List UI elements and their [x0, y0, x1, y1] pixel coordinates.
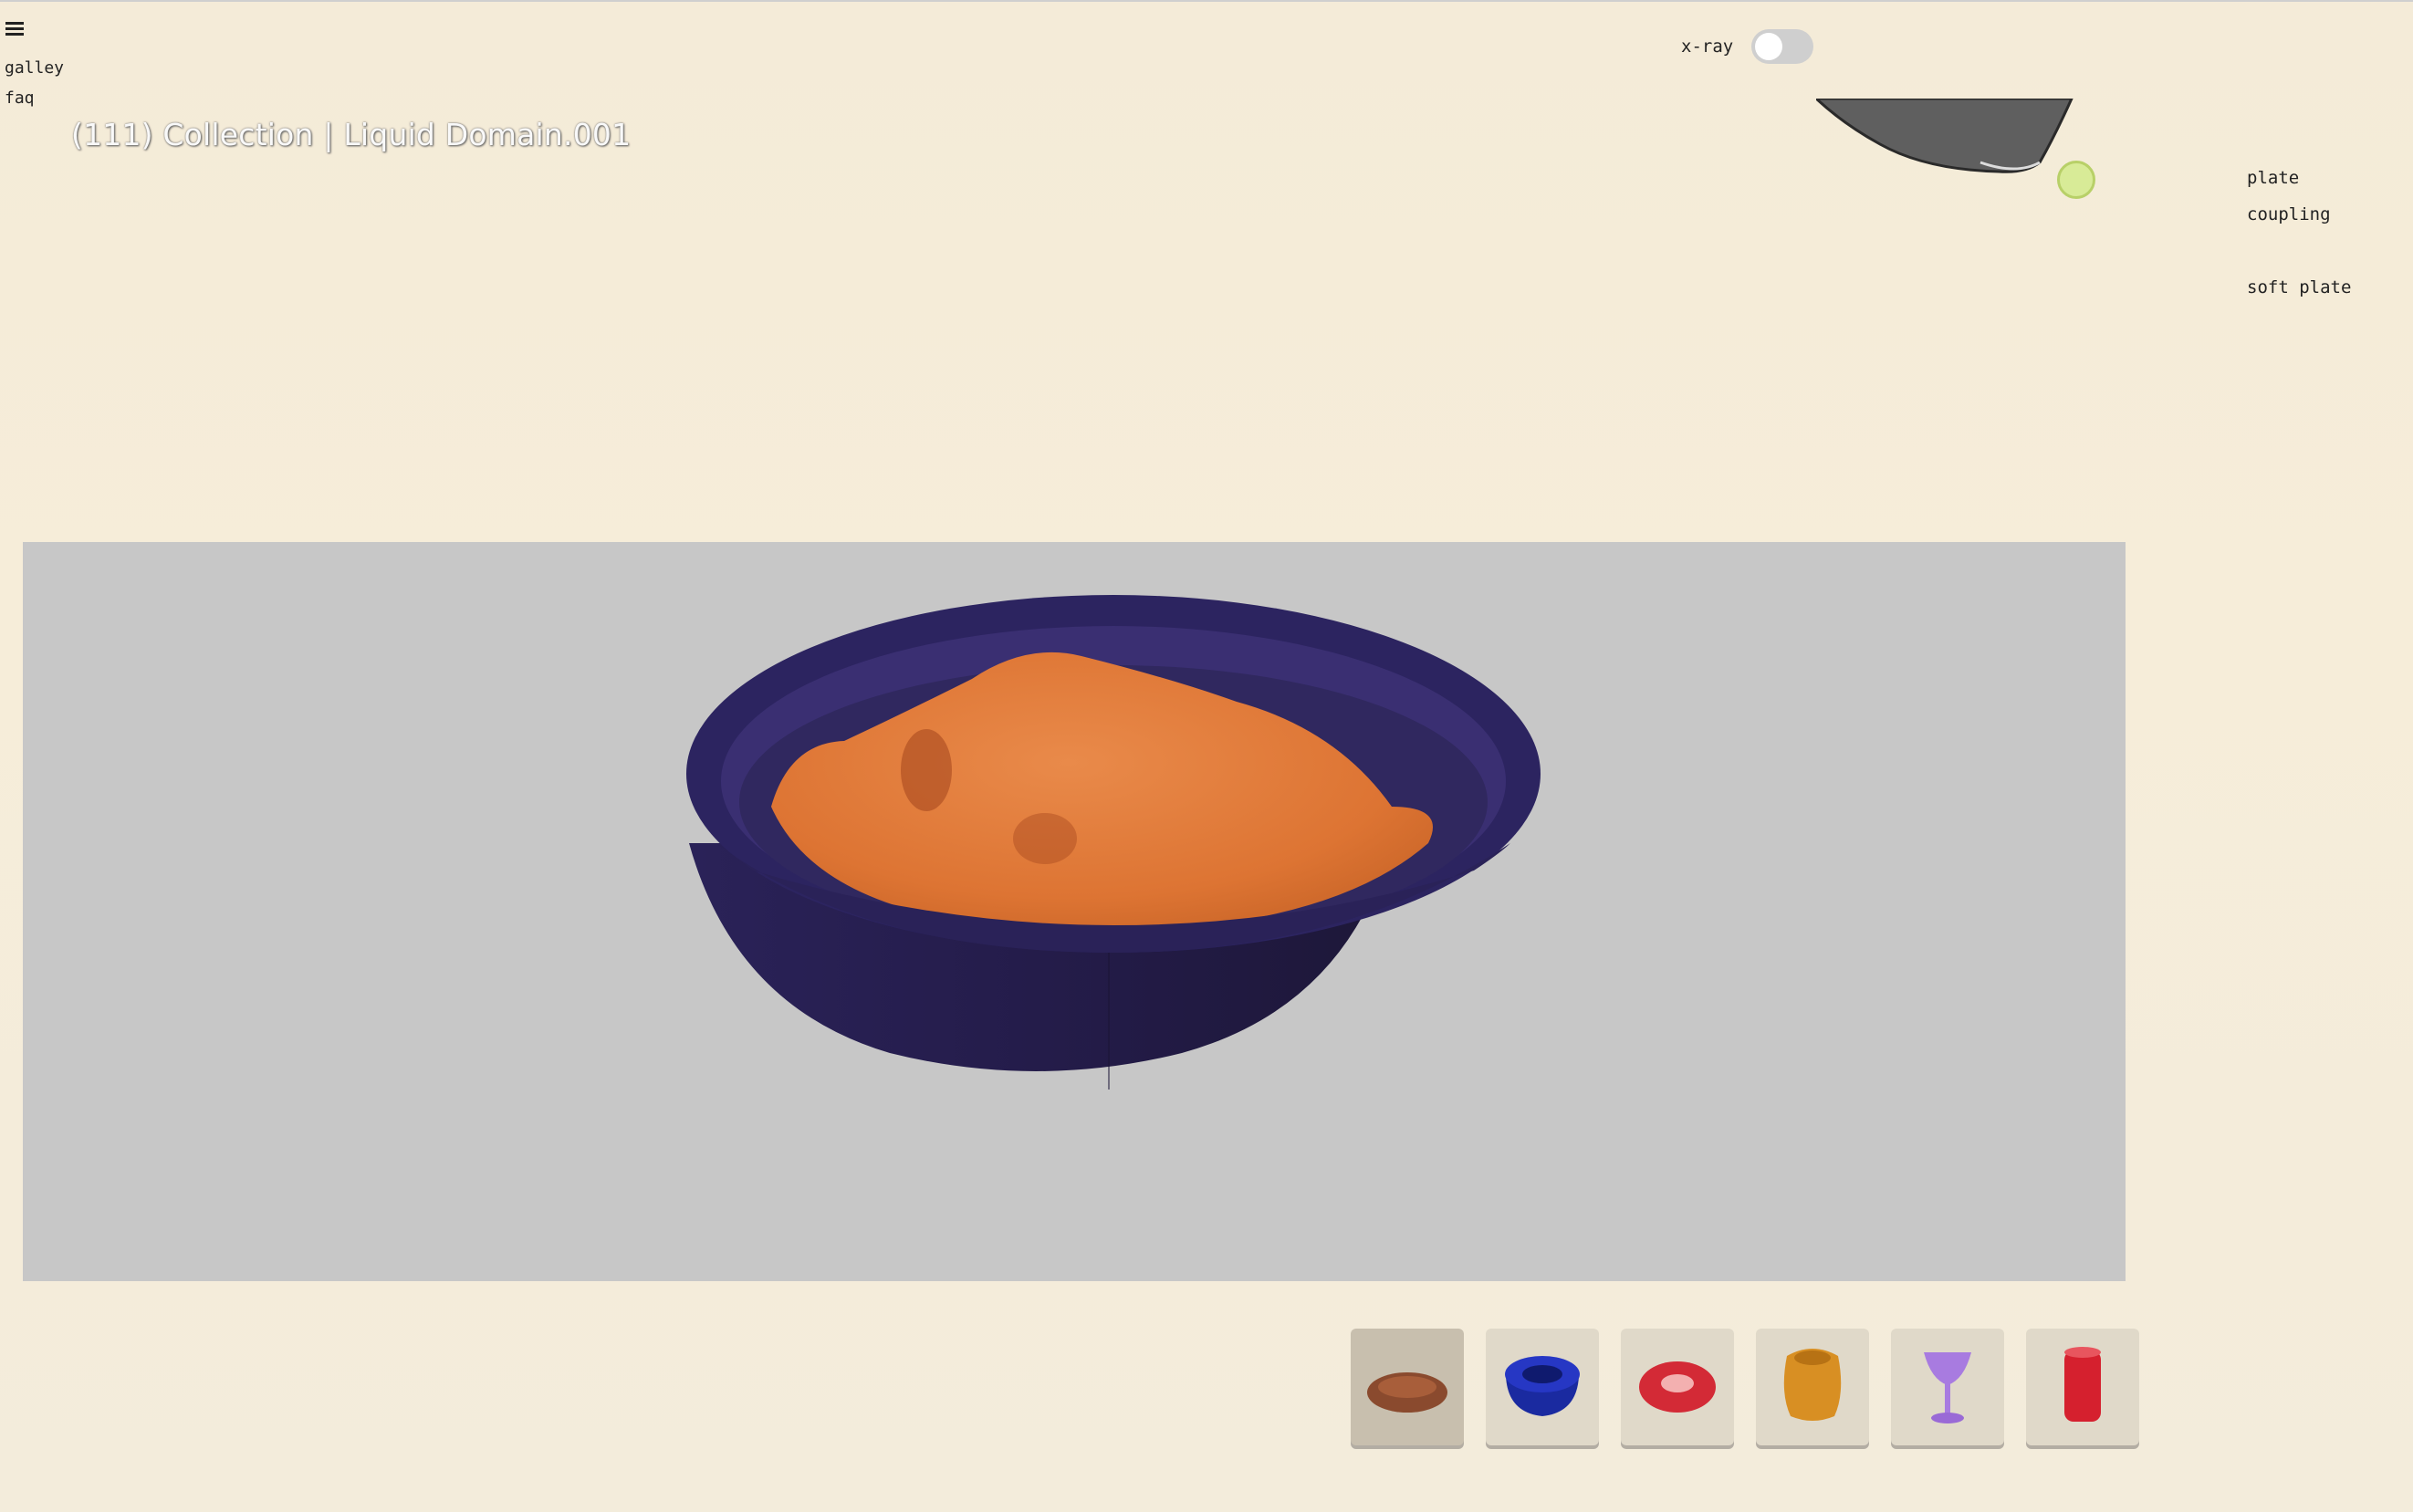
thumb-blue-pot[interactable] — [1486, 1329, 1599, 1445]
brown-plate-icon — [1367, 1372, 1447, 1413]
xray-toggle[interactable] — [1751, 29, 1814, 64]
red-cylinder-icon — [2064, 1347, 2101, 1422]
thumb-orange-jar[interactable] — [1756, 1329, 1869, 1445]
nav-link-faq[interactable]: faq — [5, 89, 35, 108]
mini-bowl-preview — [1812, 97, 2074, 173]
xray-control: x-ray — [1681, 29, 1814, 64]
model-thumbnails — [1351, 1329, 2139, 1445]
menu-item-plate[interactable]: plate — [2247, 168, 2299, 188]
scene-title: (111) Collection | Liquid Domain.001 — [71, 117, 632, 152]
top-border — [0, 0, 2413, 2]
orange-jar-icon — [1783, 1349, 1842, 1421]
thumb-red-cylinder[interactable] — [2026, 1329, 2139, 1445]
status-indicator — [2057, 161, 2095, 199]
red-ring-icon — [1639, 1361, 1716, 1413]
thumb-brown-plate[interactable] — [1351, 1329, 1464, 1445]
app-page: galley faq ........ (111) Collection | L… — [0, 0, 2413, 1512]
purple-glass-icon — [1924, 1352, 1971, 1423]
bowl-render — [686, 595, 1541, 1090]
hamburger-icon[interactable] — [5, 20, 26, 36]
mini-viewport[interactable] — [1812, 97, 2090, 181]
thumb-purple-glass[interactable] — [1891, 1329, 2004, 1445]
toggle-knob — [1755, 33, 1783, 60]
scene-subtitle: ........ — [71, 82, 132, 97]
xray-label: x-ray — [1681, 36, 1734, 57]
menu-item-soft-plate[interactable]: soft plate — [2247, 277, 2351, 297]
blue-pot-icon — [1505, 1356, 1580, 1416]
menu-item-coupling[interactable]: coupling — [2247, 204, 2331, 224]
3d-viewport[interactable] — [23, 542, 2126, 1281]
thumb-red-ring[interactable] — [1621, 1329, 1734, 1445]
nav-link-galley[interactable]: galley — [5, 58, 64, 78]
